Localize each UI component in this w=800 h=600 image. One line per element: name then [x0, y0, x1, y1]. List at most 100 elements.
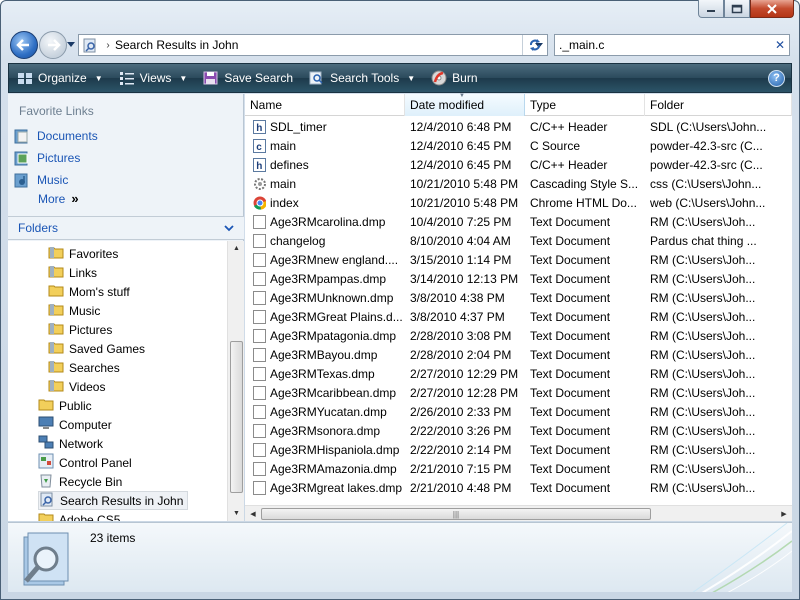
close-button[interactable]	[750, 0, 794, 18]
search-input[interactable]	[559, 38, 771, 52]
file-name-cell[interactable]: Age3RMTexas.dmp	[245, 366, 405, 381]
file-name-cell[interactable]: Age3RMsonora.dmp	[245, 423, 405, 438]
search-box[interactable]: ✕	[554, 34, 790, 56]
favorite-link-pictures[interactable]: Pictures	[14, 148, 80, 168]
file-row[interactable]: h defines 12/4/2010 6:45 PM C/C++ Header pow…	[245, 155, 792, 174]
scroll-left-icon[interactable]: ◀	[245, 506, 261, 522]
text-document-icon	[253, 309, 266, 324]
column-header-folder[interactable]: Folder	[645, 94, 792, 116]
file-name-cell[interactable]: Age3RMYucatan.dmp	[245, 404, 405, 419]
folder-tree-item[interactable]: Searches	[48, 358, 120, 377]
file-row[interactable]: index 10/21/2010 5:48 PM Chrome HTML Do...…	[245, 193, 792, 212]
file-name-cell[interactable]: Age3RMGreat Plains.d...	[245, 309, 405, 324]
folders-header[interactable]: Folders	[8, 216, 244, 240]
address-bar[interactable]: › Search Results in John	[78, 34, 548, 56]
file-row[interactable]: h SDL_timer 12/4/2010 6:48 PM C/C++ Header S…	[245, 117, 792, 136]
folder-tree-item[interactable]: Adobe CS5	[38, 510, 120, 521]
file-row[interactable]: Age3RMTexas.dmp 2/27/2010 12:29 PM Text Do…	[245, 364, 792, 383]
file-row[interactable]: Age3RMAmazonia.dmp 2/21/2010 7:15 PM Text …	[245, 459, 792, 478]
back-button[interactable]	[10, 31, 38, 59]
text-document-icon	[253, 271, 266, 286]
organize-button[interactable]: Organize ▼	[9, 65, 111, 91]
file-row[interactable]: main 10/21/2010 5:48 PM Cascading Style S.…	[245, 174, 792, 193]
file-name-cell[interactable]: Age3RMAmazonia.dmp	[245, 461, 405, 476]
favorite-links-more[interactable]: More »	[38, 191, 79, 206]
scroll-right-icon[interactable]: ▶	[776, 506, 792, 522]
favorite-link-documents[interactable]: Documents	[14, 126, 98, 146]
folder-tree-item[interactable]: Network	[38, 434, 103, 453]
scroll-down-icon[interactable]: ▼	[228, 506, 245, 521]
column-header-type[interactable]: Type	[525, 94, 645, 116]
file-name-cell[interactable]: index	[245, 196, 405, 210]
minimize-button[interactable]	[698, 0, 724, 18]
column-header-name[interactable]: Name	[245, 94, 405, 116]
folder-tree-item[interactable]: Recycle Bin	[38, 472, 122, 491]
views-button[interactable]: Views ▼	[111, 65, 196, 91]
file-name-cell[interactable]: Age3RMcaribbean.dmp	[245, 385, 405, 400]
file-row[interactable]: Age3RMpampas.dmp 3/14/2010 12:13 PM Text D…	[245, 269, 792, 288]
column-header-date-modified[interactable]: ▼ Date modified	[405, 93, 525, 116]
file-name-cell[interactable]: Age3RMnew england....	[245, 252, 405, 267]
file-row[interactable]: Age3RMnew england.... 3/15/2010 1:14 PM Te…	[245, 250, 792, 269]
file-name-cell[interactable]: Age3RMpampas.dmp	[245, 271, 405, 286]
folder-tree-item[interactable]: Mom's stuff	[48, 282, 130, 301]
maximize-button[interactable]	[724, 0, 750, 18]
file-name-cell[interactable]: Age3RMgreat lakes.dmp	[245, 480, 405, 495]
folder-tree-item[interactable]: Links	[48, 263, 97, 282]
file-row[interactable]: Age3RMsonora.dmp 2/22/2010 3:26 PM Text Do…	[245, 421, 792, 440]
views-label: Views	[139, 71, 172, 85]
folder-tree-scrollbar[interactable]: ▲ ▼	[227, 241, 244, 521]
file-name-cell[interactable]: main	[245, 177, 405, 191]
file-row[interactable]: c main 12/4/2010 6:45 PM C Source powder-42.…	[245, 136, 792, 155]
folder-tree-item[interactable]: Computer	[38, 415, 112, 434]
search-tools-button[interactable]: Search Tools ▼	[301, 65, 423, 91]
search-results-large-icon	[23, 532, 69, 586]
file-row[interactable]: Age3RMUnknown.dmp 3/8/2010 4:38 PM Text Do…	[245, 288, 792, 307]
folder-tree-item[interactable]: Pictures	[48, 320, 112, 339]
file-type-cell: Cascading Style S...	[530, 176, 639, 191]
folder-tree-item[interactable]: Videos	[48, 377, 105, 396]
refresh-button[interactable]	[522, 35, 546, 55]
file-row[interactable]: Age3RMHispaniola.dmp 2/22/2010 2:14 PM Tex…	[245, 440, 792, 459]
folder-tree-item[interactable]: Music	[48, 301, 100, 320]
file-type-cell: Text Document	[530, 480, 611, 495]
forward-button[interactable]	[39, 31, 67, 59]
file-name-cell[interactable]: c main	[245, 138, 405, 153]
file-name-cell[interactable]: Age3RMHispaniola.dmp	[245, 442, 405, 457]
file-row[interactable]: Age3RMcaribbean.dmp 2/27/2010 12:28 PM Tex…	[245, 383, 792, 402]
file-row[interactable]: Age3RMGreat Plains.d... 3/8/2010 4:37 PM T…	[245, 307, 792, 326]
file-name-cell[interactable]: Age3RMUnknown.dmp	[245, 290, 405, 305]
folder-tree-item[interactable]: Control Panel	[38, 453, 132, 472]
chevron-down-icon: ▼	[94, 73, 103, 83]
folder-tree-item[interactable]: Search Results in John	[38, 491, 189, 510]
favorite-link-music[interactable]: Music	[14, 170, 68, 190]
scrollbar-thumb[interactable]	[230, 341, 243, 493]
folder-tree-item[interactable]: Public	[38, 396, 92, 415]
breadcrumb-separator-icon[interactable]: ›	[101, 40, 115, 51]
file-row[interactable]: Age3RMcarolina.dmp 10/4/2010 7:25 PM Text …	[245, 212, 792, 231]
help-button[interactable]: ?	[768, 69, 785, 87]
file-name-cell[interactable]: Age3RMpatagonia.dmp	[245, 328, 405, 343]
file-type-cell: Text Document	[530, 214, 611, 229]
horizontal-scrollbar[interactable]: ◀ ||| ▶	[245, 505, 792, 521]
folder-tree-item[interactable]: Favorites	[48, 244, 118, 263]
file-row[interactable]: Age3RMgreat lakes.dmp 2/21/2010 4:48 PM Te…	[245, 478, 792, 497]
file-name-cell[interactable]: h defines	[245, 157, 405, 172]
recent-pages-dropdown[interactable]	[66, 40, 76, 50]
file-name-cell[interactable]: h SDL_timer	[245, 119, 405, 134]
folder-tree-label: Favorites	[69, 246, 119, 261]
file-row[interactable]: Age3RMYucatan.dmp 2/26/2010 2:33 PM Text D…	[245, 402, 792, 421]
breadcrumb[interactable]: Search Results in John	[115, 38, 529, 52]
scrollbar-thumb[interactable]: |||	[261, 508, 651, 520]
file-name-cell[interactable]: Age3RMBayou.dmp	[245, 347, 405, 362]
scroll-up-icon[interactable]: ▲	[228, 241, 245, 256]
file-name-cell[interactable]: changelog	[245, 233, 405, 248]
file-name-cell[interactable]: Age3RMcarolina.dmp	[245, 214, 405, 229]
file-row[interactable]: Age3RMBayou.dmp 2/28/2010 2:04 PM Text Doc…	[245, 345, 792, 364]
burn-button[interactable]: Burn	[423, 65, 485, 91]
file-row[interactable]: changelog 8/10/2010 4:04 AM Text Document P…	[245, 231, 792, 250]
folder-tree-item[interactable]: Saved Games	[48, 339, 145, 358]
clear-search-icon[interactable]: ✕	[771, 38, 789, 52]
file-row[interactable]: Age3RMpatagonia.dmp 2/28/2010 3:08 PM Text…	[245, 326, 792, 345]
save-search-button[interactable]: Save Search	[195, 65, 301, 91]
